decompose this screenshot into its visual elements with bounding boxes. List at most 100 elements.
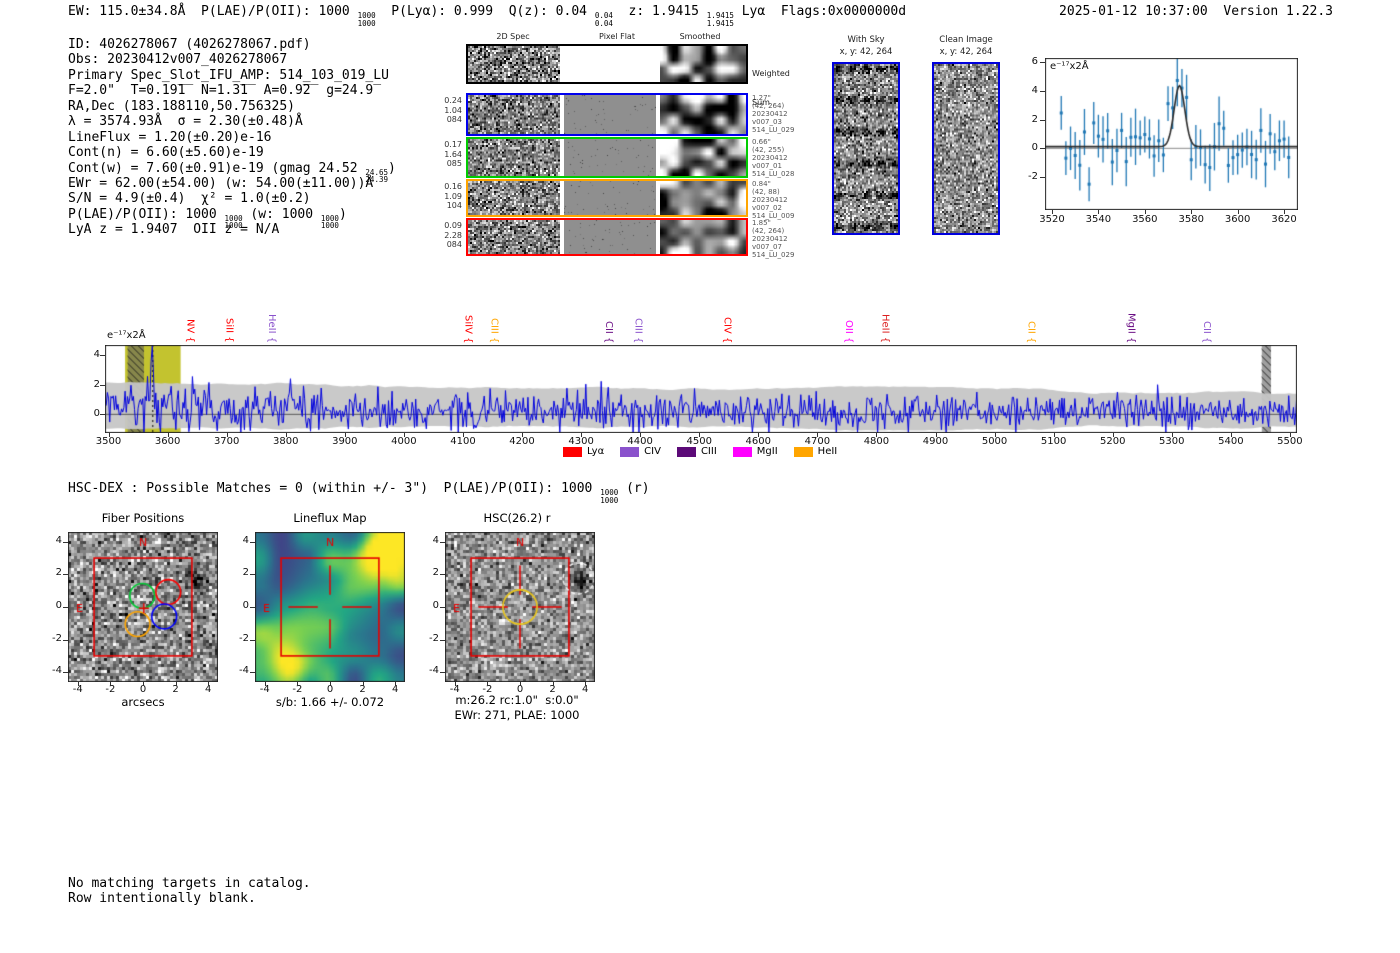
zoom-xtick-label: 3580: [1178, 214, 1204, 225]
zoom-xtick-label: 3540: [1085, 214, 1112, 225]
hsc-dex-text: HSC-DEX : Possible Matches = 0 (within +…: [68, 481, 601, 496]
axis-tick-mark: [63, 541, 68, 543]
info-line-2-text: Primary Spec_Slot_IFU_AMP: 514_103_019_L…: [68, 67, 389, 83]
spectrum-ytick-label: 2: [93, 378, 100, 390]
emission-line-label-civ: CIV {: [721, 316, 733, 343]
withsky-image: [834, 64, 898, 233]
spec2d-left-stat: 0.16: [444, 182, 462, 191]
axis-tick-mark: [1040, 148, 1045, 150]
axis-tick-mark: [250, 672, 255, 674]
info-line: Cont(n) = 6.60(±5.60)e-19: [68, 145, 396, 160]
spectrum-xtick-label: 5000: [981, 436, 1008, 447]
spec2d-right-meta-line: 514_LU_029: [752, 251, 795, 259]
axis-tick-mark: [63, 574, 68, 576]
spec2d-right-meta-line: 514_LU_029: [752, 126, 795, 134]
spec2d-exposure-row: [466, 137, 748, 178]
spectrum-ytick-label: 0: [93, 408, 100, 420]
clean-title: Clean Image: [939, 35, 993, 45]
info-line-11-fraction: 1000 1000: [321, 215, 339, 230]
spec2d-row-left-stats: 0.09 2.28 084: [436, 221, 462, 250]
spec2d-exposure-row: [466, 218, 748, 256]
full-spectrum-plot: [105, 345, 1297, 433]
info-line-12-text: LyA z = 1.9407 OII z = N/A: [68, 222, 280, 238]
header-summary-text: P(Lyα): 0.999 Q(z): 0.04: [375, 4, 595, 19]
zoom-xtick-label: 3620: [1271, 214, 1297, 225]
spec2d-left-stat: 0.24: [444, 96, 462, 105]
info-line-3-text: F=2.0" T=0.19̅1̅ N=1.3̅1̅ A=0.9̅2̅ g=24.…: [68, 83, 374, 99]
zoom-xtick-label: 3600: [1224, 214, 1251, 225]
spectrum-xtick-label: 5300: [1159, 436, 1185, 447]
spec2d-header-2dspec: 2D Spec: [496, 32, 530, 41]
header-summary-fraction: 0.04 0.04: [595, 12, 613, 27]
spec2d-left-stat: 085: [446, 159, 462, 169]
smoothed-image: [660, 46, 746, 82]
header-summary-line: EW: 115.0±34.8Å P(LAE)/P(OII): 1000 1000…: [68, 4, 906, 27]
zoom-ytick-label: 6: [1031, 56, 1038, 68]
axis-tick-mark: [250, 541, 255, 543]
spec2d-right-meta-line: v007_07: [752, 243, 782, 251]
fiber-positions-cutout: [68, 532, 218, 682]
pixelflat-image: [564, 181, 656, 215]
info-line-8-text: Cont(w) = 7.60(±0.91)e-19 (gmag 24.52: [68, 160, 366, 176]
axis-tick-mark: [520, 682, 521, 686]
emission-line-label-heii: HeII {: [265, 313, 277, 343]
legend-item-lyα: Lyα: [563, 446, 604, 457]
axis-tick-mark: [403, 433, 405, 437]
axis-tick-mark: [1051, 210, 1053, 214]
header-summary-text: z: 1.9415: [612, 4, 707, 19]
axis-tick-mark: [362, 682, 364, 686]
spectrum-xtick-label: 4900: [922, 436, 949, 447]
axis-tick-mark: [63, 607, 68, 608]
spec2d-row-right-meta: 0.66" (42, 255) 20230412 v007_01 514_LU_028: [752, 138, 794, 178]
info-line: F=2.0" T=0.19̅1̅ N=1.3̅1̅ A=0.9̅2̅ g=24.…: [68, 83, 396, 98]
legend-label: Lyα: [587, 446, 605, 457]
spec2d-exposure-row: [466, 179, 748, 217]
axis-tick-mark: [1230, 433, 1232, 437]
axis-tick-mark: [994, 433, 996, 437]
axis-tick-mark: [1171, 433, 1173, 437]
axis-tick-mark: [440, 639, 445, 641]
axis-tick-mark: [640, 433, 642, 437]
footer-note-1: No matching targets in catalog.: [68, 876, 311, 891]
legend-label: MgII: [756, 446, 778, 457]
clean-coords: x, y: 42, 264: [939, 47, 993, 57]
axis-tick-mark: [63, 672, 68, 674]
spectrum-xtick-label: 4100: [450, 436, 476, 447]
legend-swatch: [676, 446, 696, 457]
report-datetime: 2025-01-12 10:37:00: [1059, 4, 1208, 19]
axis-tick-mark: [100, 384, 105, 386]
legend-item-ciii: CIII: [676, 446, 717, 457]
axis-tick-mark: [250, 639, 255, 641]
lineflux-map-image: [255, 532, 405, 682]
emission-line-label-ciii: CIII {: [488, 317, 500, 343]
axis-tick-mark: [226, 433, 228, 437]
spectrum-xtick-label: 4800: [863, 436, 890, 447]
fraction-denominator: 1000: [320, 221, 339, 231]
emission-line-label-ciii: CIII {: [632, 317, 644, 343]
spec2d-left-stat: 0.09: [444, 221, 462, 230]
hsc-ewr-plae-caption: EWr: 271, PLAE: 1000: [454, 708, 580, 722]
axis-tick-mark: [440, 672, 445, 674]
axis-tick-mark: [699, 433, 701, 437]
axis-tick-mark: [440, 574, 445, 576]
axis-tick-mark: [108, 433, 110, 437]
emission-line-label-cii: CII {: [603, 320, 615, 343]
axis-tick-mark: [440, 541, 445, 543]
info-line-10-text: S/N = 4.9(±0.4) χ² = 1.0(±0.2): [68, 191, 311, 207]
panel-ytick-label: 2: [55, 567, 62, 579]
panel-ytick-label: -4: [52, 665, 62, 677]
emission-line-label-oii: OII {: [842, 319, 854, 343]
header-summary-text: Lyα Flags:0x0000000d: [733, 4, 907, 19]
info-line-6-text: LineFlux = 1.20(±0.20)e-16: [68, 129, 272, 145]
hsc-dex-match-line: HSC-DEX : Possible Matches = 0 (within +…: [68, 481, 650, 504]
spectrum-units-label: e⁻¹⁷x2Å: [107, 330, 146, 341]
axis-tick-mark: [100, 414, 105, 416]
axis-tick-mark: [522, 433, 524, 437]
info-line: Primary Spec_Slot_IFU_AMP: 514_103_019_L…: [68, 68, 396, 83]
info-line: LyA z = 1.9407 OII z = N/A: [68, 222, 396, 237]
spec2d-header-smoothed: Smoothed: [679, 32, 721, 41]
spec2d-right-meta-line: 20230412: [752, 154, 788, 162]
axis-tick-mark: [1040, 119, 1045, 121]
info-line: λ = 3574.93Å σ = 2.30(±0.48)Å: [68, 114, 396, 129]
legend-label: HeII: [817, 446, 838, 457]
